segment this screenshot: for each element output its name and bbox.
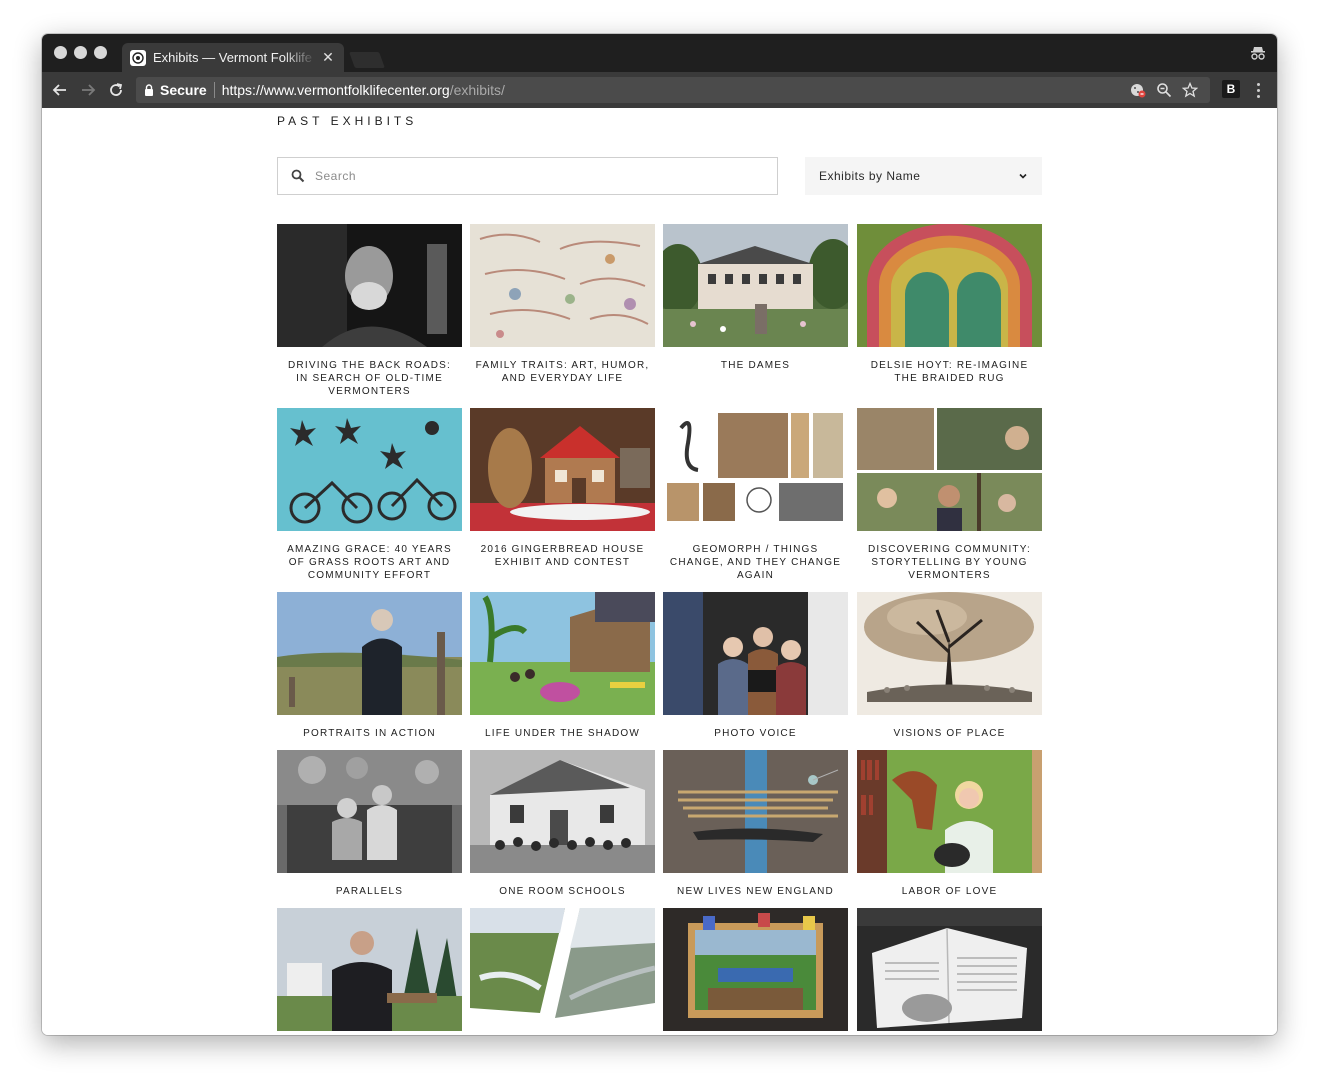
exhibit-thumbnail[interactable]: [277, 750, 462, 873]
exhibit-title[interactable]: THE DAMES: [663, 359, 848, 372]
exhibit-title[interactable]: FAMILY TRAITS: ART, HUMOR, AND EVERYDAY …: [470, 359, 655, 385]
exhibit-title[interactable]: LABOR OF LOVE: [857, 885, 1042, 898]
title-bar: Exhibits — Vermont Folklife Center ✕: [42, 34, 1277, 72]
reload-icon: [110, 83, 123, 96]
forward-button[interactable]: [78, 80, 98, 100]
exhibit-card[interactable]: NEW LIVES NEW ENGLAND: [663, 750, 848, 898]
url-host: https://www.vermontfolklifecenter.org: [221, 82, 450, 98]
lock-icon: [145, 84, 153, 96]
search-icon: [291, 169, 305, 183]
chevron-down-icon: [1019, 173, 1027, 179]
exhibit-title[interactable]: PHOTO VOICE: [663, 727, 848, 740]
search-box[interactable]: [277, 157, 778, 195]
exhibit-thumbnail[interactable]: [857, 908, 1042, 1031]
exhibit-card[interactable]: DELSIE HOYT: RE-IMAGINE THE BRAIDED RUG: [857, 224, 1042, 385]
exhibit-card[interactable]: VISIONS OF PLACE: [857, 592, 1042, 740]
exhibit-thumbnail[interactable]: [857, 592, 1042, 715]
exhibit-thumbnail[interactable]: [277, 592, 462, 715]
arrow-left-icon: [52, 84, 66, 96]
exhibit-card[interactable]: DISCOVERING COMMUNITY: STORYTELLING BY Y…: [857, 408, 1042, 582]
exhibit-card[interactable]: LABOR OF LOVE: [857, 750, 1042, 898]
exhibit-card[interactable]: PARALLELS: [277, 750, 462, 898]
cookie-blocked-icon[interactable]: [1130, 82, 1146, 98]
exhibit-title[interactable]: GEOMORPH / THINGS CHANGE, AND THEY CHANG…: [663, 543, 848, 582]
exhibit-thumbnail[interactable]: [470, 908, 655, 1031]
address-separator: [213, 82, 215, 98]
exhibit-thumbnail[interactable]: [857, 224, 1042, 347]
favicon-icon: [130, 49, 146, 66]
exhibit-card[interactable]: PORTRAITS IN ACTION: [277, 592, 462, 740]
minimize-window-button[interactable]: [74, 46, 87, 59]
exhibit-thumbnail[interactable]: [470, 750, 655, 873]
page-title: PAST EXHIBITS: [277, 114, 418, 128]
incognito-icon: [1251, 47, 1265, 60]
close-window-button[interactable]: [54, 46, 67, 59]
browser-toolbar: Secure https://www.vermontfolklifecenter…: [42, 72, 1277, 108]
zoom-out-icon[interactable]: [1156, 82, 1172, 98]
exhibit-thumbnail[interactable]: [857, 750, 1042, 873]
exhibit-title[interactable]: DISCOVERING COMMUNITY: STORYTELLING BY Y…: [857, 543, 1042, 582]
browser-window: Exhibits — Vermont Folklife Center ✕ Sec…: [42, 34, 1277, 1035]
bookmark-star-icon[interactable]: [1181, 81, 1199, 98]
exhibit-thumbnail[interactable]: [663, 408, 848, 531]
exhibit-card[interactable]: THE DAMES: [663, 224, 848, 372]
exhibit-title[interactable]: ONE ROOM SCHOOLS: [470, 885, 655, 898]
exhibit-card[interactable]: GEOMORPH / THINGS CHANGE, AND THEY CHANG…: [663, 408, 848, 582]
exhibit-thumbnail[interactable]: [663, 908, 848, 1031]
exhibit-thumbnail[interactable]: [277, 408, 462, 531]
exhibit-card[interactable]: FAMILY TRAITS: ART, HUMOR, AND EVERYDAY …: [470, 224, 655, 385]
sort-select-value: Exhibits by Name: [819, 169, 921, 183]
address-bar[interactable]: Secure https://www.vermontfolklifecenter…: [136, 77, 1210, 103]
zoom-window-button[interactable]: [94, 46, 107, 59]
exhibit-title[interactable]: NEW LIVES NEW ENGLAND: [663, 885, 848, 898]
browser-menu-button[interactable]: [1250, 80, 1266, 100]
exhibit-card[interactable]: AMAZING GRACE: 40 YEARS OF GRASS ROOTS A…: [277, 408, 462, 582]
exhibit-thumbnail[interactable]: [857, 408, 1042, 531]
exhibit-card[interactable]: [277, 908, 462, 1035]
arrow-right-icon: [82, 84, 96, 96]
exhibit-card[interactable]: PHOTO VOICE: [663, 592, 848, 740]
exhibit-thumbnail[interactable]: [663, 224, 848, 347]
exhibit-thumbnail[interactable]: [470, 224, 655, 347]
tab-title: Exhibits — Vermont Folklife Center: [153, 50, 316, 65]
active-tab[interactable]: Exhibits — Vermont Folklife Center ✕: [122, 43, 344, 72]
exhibit-card[interactable]: 2016 GINGERBREAD HOUSE EXHIBIT AND CONTE…: [470, 408, 655, 569]
exhibit-card[interactable]: LIFE UNDER THE SHADOW: [470, 592, 655, 740]
exhibit-thumbnail[interactable]: [663, 592, 848, 715]
page-content: PAST EXHIBITS Exhibits by Name: [42, 108, 1277, 1035]
exhibit-title[interactable]: 2016 GINGERBREAD HOUSE EXHIBIT AND CONTE…: [470, 543, 655, 569]
exhibit-title[interactable]: AMAZING GRACE: 40 YEARS OF GRASS ROOTS A…: [277, 543, 462, 582]
exhibit-card[interactable]: DRIVING THE BACK ROADS: IN SEARCH OF OLD…: [277, 224, 462, 398]
exhibit-sort-select[interactable]: Exhibits by Name: [805, 157, 1042, 195]
exhibit-thumbnail[interactable]: [277, 908, 462, 1031]
exhibit-card[interactable]: [857, 908, 1042, 1035]
exhibit-thumbnail[interactable]: [470, 592, 655, 715]
search-input[interactable]: [315, 169, 755, 183]
reload-button[interactable]: [106, 80, 126, 100]
exhibit-card[interactable]: [470, 908, 655, 1035]
secure-label: Secure: [160, 82, 207, 98]
extension-button[interactable]: B: [1222, 80, 1240, 98]
url-path: /exhibits/: [449, 82, 505, 98]
exhibit-thumbnail[interactable]: [663, 750, 848, 873]
exhibit-card[interactable]: [663, 908, 848, 1035]
exhibit-title[interactable]: PORTRAITS IN ACTION: [277, 727, 462, 740]
exhibit-thumbnail[interactable]: [470, 408, 655, 531]
exhibit-card[interactable]: ONE ROOM SCHOOLS: [470, 750, 655, 898]
new-tab-button[interactable]: [349, 52, 385, 68]
exhibit-title[interactable]: DELSIE HOYT: RE-IMAGINE THE BRAIDED RUG: [857, 359, 1042, 385]
exhibit-title[interactable]: PARALLELS: [277, 885, 462, 898]
tab-close-icon[interactable]: ✕: [320, 49, 336, 66]
exhibit-thumbnail[interactable]: [277, 224, 462, 347]
exhibit-title[interactable]: DRIVING THE BACK ROADS: IN SEARCH OF OLD…: [277, 359, 462, 398]
back-button[interactable]: [50, 80, 70, 100]
exhibit-title[interactable]: LIFE UNDER THE SHADOW: [470, 727, 655, 740]
exhibit-title[interactable]: VISIONS OF PLACE: [857, 727, 1042, 740]
